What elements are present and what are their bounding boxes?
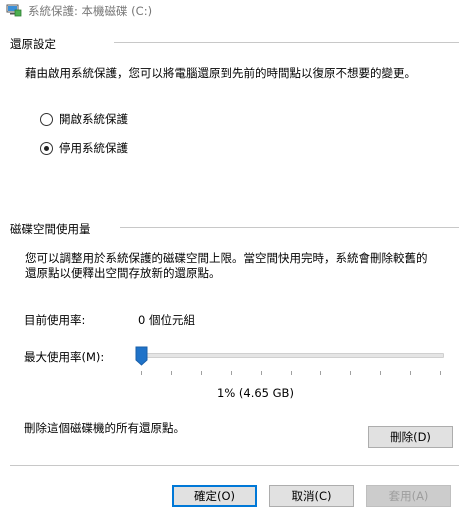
restore-settings-description: 藉由啟用系統保護，您可以將電腦還原到先前的時間點以復原不想要的變更。	[25, 66, 416, 80]
max-usage-label: 最大使用率(M):	[24, 350, 105, 364]
radio-enable-label: 開啟系統保護	[59, 112, 128, 126]
slider-tick	[291, 371, 292, 375]
apply-button[interactable]: 套用(A)	[366, 485, 451, 507]
disk-usage-header: 磁碟空間使用量	[10, 222, 91, 236]
restore-settings-header: 還原設定	[10, 37, 56, 51]
max-usage-slider-track[interactable]	[138, 353, 444, 358]
disk-usage-divider	[120, 227, 459, 228]
disk-usage-description-line2: 還原點以便釋出空間存放新的還原點。	[25, 266, 221, 280]
slider-tick	[320, 371, 321, 375]
slider-tick	[141, 371, 142, 375]
delete-button[interactable]: 刪除(D)	[368, 426, 453, 448]
slider-tick	[201, 371, 202, 375]
cancel-button[interactable]: 取消(C)	[269, 485, 354, 507]
max-usage-value: 1% (4.65 GB)	[217, 386, 294, 400]
slider-tick	[171, 371, 172, 375]
current-usage-label: 目前使用率:	[24, 313, 86, 327]
radio-enable-indicator[interactable]	[40, 112, 53, 126]
delete-restore-points-text: 刪除這個磁碟機的所有還原點。	[24, 421, 185, 435]
footer-divider	[10, 465, 459, 466]
slider-tick	[410, 371, 411, 375]
radio-disable-indicator[interactable]	[40, 141, 53, 155]
max-usage-slider-thumb[interactable]	[135, 346, 148, 366]
ok-button[interactable]: 確定(O)	[172, 485, 257, 507]
slider-tick	[350, 371, 351, 375]
slider-tick	[380, 371, 381, 375]
slider-tick	[440, 371, 441, 375]
current-usage-value: 0 個位元組	[138, 313, 195, 327]
system-protection-icon	[6, 4, 22, 17]
slider-tick	[231, 371, 232, 375]
title-bar: 系統保護: 本機磁碟 (C:)	[0, 0, 471, 22]
disk-usage-description-line1: 您可以調整用於系統保護的磁碟空間上限。當空間快用完時，系統會刪除較舊的	[25, 251, 428, 265]
slider-tick	[261, 371, 262, 375]
radio-enable-protection[interactable]: 開啟系統保護	[40, 111, 128, 127]
radio-disable-label: 停用系統保護	[59, 141, 128, 155]
window-title: 系統保護: 本機磁碟 (C:)	[28, 4, 153, 18]
restore-settings-divider	[114, 42, 459, 43]
radio-disable-protection[interactable]: 停用系統保護	[40, 140, 128, 156]
